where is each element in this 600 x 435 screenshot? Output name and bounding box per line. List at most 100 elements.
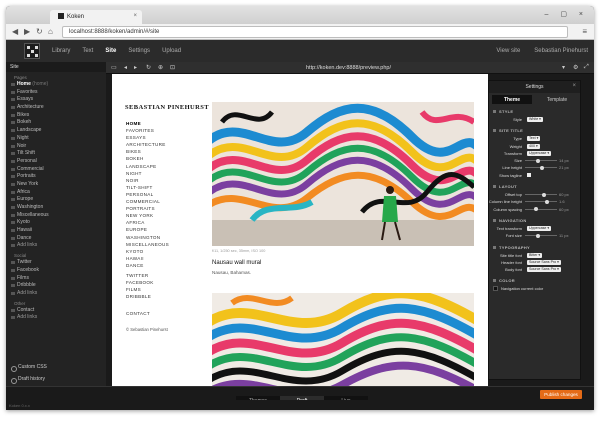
color-swatch[interactable] xyxy=(493,286,498,292)
sidebar-item-noir[interactable]: Noir xyxy=(6,143,106,151)
refresh-icon[interactable]: ↻ xyxy=(146,64,151,71)
nav-text[interactable]: Text xyxy=(82,48,93,54)
setting-slider[interactable] xyxy=(525,192,557,197)
sidebar-item-personal[interactable]: Personal xyxy=(6,158,106,166)
preview-nav-link[interactable]: TILT-SHIFT xyxy=(126,184,169,191)
home-icon[interactable]: ⌂ xyxy=(48,27,53,36)
nav-settings[interactable]: Settings xyxy=(128,48,150,54)
tab-template[interactable]: Template xyxy=(537,95,577,104)
settings-section-layout[interactable]: LAYOUT xyxy=(489,184,580,189)
settings-section-navigation[interactable]: NAVIGATION xyxy=(489,218,580,223)
settings-section-color[interactable]: COLOR xyxy=(489,278,580,283)
koken-logo-icon[interactable] xyxy=(24,43,40,59)
setting-slider[interactable] xyxy=(525,207,557,212)
sidebar-item-africa[interactable]: Africa xyxy=(6,189,106,197)
sidebar-item-miscellaneous[interactable]: Miscellaneous xyxy=(6,212,106,220)
draft-history-button[interactable]: Draft history xyxy=(6,376,106,386)
nav-library[interactable]: Library xyxy=(52,48,70,54)
slider-knob[interactable] xyxy=(534,207,538,212)
preview-nav-link[interactable]: AFRICA xyxy=(126,219,169,226)
slider-knob[interactable] xyxy=(535,158,540,163)
preview-nav-link[interactable]: FAVORITES xyxy=(126,127,169,134)
sidebar-item-new-york[interactable]: New York xyxy=(6,181,106,189)
sidebar-item-bikes[interactable]: Bikes xyxy=(6,112,106,120)
settings-section-typography[interactable]: TYPOGRAPHY xyxy=(489,245,580,250)
preview-site-title[interactable]: SEBASTIAN PINEHURST xyxy=(125,104,209,111)
tab-theme[interactable]: Theme xyxy=(492,95,532,104)
preview-nav-link[interactable]: BIKES xyxy=(126,148,169,155)
fullscreen-icon[interactable]: ⤢ xyxy=(584,64,589,71)
forward-icon[interactable]: ▸ xyxy=(134,64,137,71)
settings-section-site-title[interactable]: SITE TITLE xyxy=(489,128,580,133)
setting-slider[interactable] xyxy=(525,158,557,163)
preview-nav-link[interactable]: NIGHT xyxy=(126,170,169,177)
preview-social-link[interactable]: TWITTER xyxy=(126,272,154,279)
user-name[interactable]: Sebastian Pinehurst xyxy=(534,48,588,54)
settings-gear-icon[interactable]: ⚙ xyxy=(573,64,578,71)
preview-nav-link[interactable]: ESSAYS xyxy=(126,134,169,141)
setting-select[interactable]: Source Sans Pro xyxy=(527,259,561,265)
mural-photo-2[interactable] xyxy=(212,293,474,386)
toggle-sidebar-icon[interactable]: ▭ xyxy=(111,64,117,71)
photo-title[interactable]: Nausau wall mural xyxy=(212,260,261,266)
sidebar-item-hawaii[interactable]: Hawaii xyxy=(6,227,106,235)
sidebar-item-home[interactable]: Home (home) xyxy=(6,81,106,89)
preview-nav-link[interactable]: MISCELLANEOUS xyxy=(126,241,169,248)
view-site-link[interactable]: View site xyxy=(496,48,520,54)
add-links-button[interactable]: Add links xyxy=(6,242,106,250)
sidebar-item-europe[interactable]: Europe xyxy=(6,196,106,204)
window-controls[interactable]: – ▢ × xyxy=(545,10,588,18)
setting-select[interactable]: Text xyxy=(527,136,541,142)
sidebar-item-bokeh[interactable]: Bokeh xyxy=(6,119,106,127)
sidebar-item-dribbble[interactable]: Dribbble xyxy=(6,282,106,290)
setting-checkbox[interactable] xyxy=(527,172,531,177)
sidebar-item-dance[interactable]: Dance xyxy=(6,235,106,243)
setting-select[interactable]: White xyxy=(527,117,543,122)
setting-select[interactable]: Source Sans Pro xyxy=(527,267,561,273)
setting-select[interactable]: 400 xyxy=(527,143,540,149)
preview-nav-link[interactable]: HOME xyxy=(126,120,169,127)
sidebar-item-tilt-shift[interactable]: Tilt Shift xyxy=(6,150,106,158)
preview-nav-link[interactable]: HAWAII xyxy=(126,255,169,262)
slider-knob[interactable] xyxy=(541,192,546,197)
preview-social-link[interactable]: FACEBOOK xyxy=(126,279,154,286)
mural-photo[interactable] xyxy=(212,102,474,246)
slider-knob[interactable] xyxy=(544,199,549,204)
setting-slider[interactable] xyxy=(525,233,557,238)
sidebar-item-films[interactable]: Films xyxy=(6,275,106,283)
preview-nav-link[interactable]: ARCHITECTURE xyxy=(126,141,169,148)
slider-knob[interactable] xyxy=(535,233,540,238)
preview-nav-link[interactable]: NEW YORK xyxy=(126,212,169,219)
sidebar-item-washington[interactable]: Washington xyxy=(6,204,106,212)
forward-icon[interactable]: ▶ xyxy=(24,27,30,36)
preview-nav-link[interactable]: NOIR xyxy=(126,177,169,184)
sidebar-item-landscape[interactable]: Landscape xyxy=(6,127,106,135)
setting-select[interactable]: Uppercase xyxy=(527,225,552,231)
device-icon[interactable]: ⊡ xyxy=(170,64,175,71)
setting-select[interactable]: Uppercase xyxy=(527,150,552,156)
setting-slider[interactable] xyxy=(525,165,557,170)
sidebar-item-kyoto[interactable]: Kyoto xyxy=(6,219,106,227)
nav-site[interactable]: Site xyxy=(105,48,116,54)
close-tab-icon[interactable]: × xyxy=(133,13,137,19)
preview-nav-link[interactable]: BOKEH xyxy=(126,155,169,162)
preview-nav-link[interactable]: KYOTO xyxy=(126,248,169,255)
publish-changes-button[interactable]: Publish changes xyxy=(540,390,582,399)
preview-social-link[interactable]: DRIBBBLE xyxy=(126,293,154,300)
preview-nav-link[interactable]: COMMERCIAL xyxy=(126,198,169,205)
reload-icon[interactable]: ↻ xyxy=(36,27,43,36)
slider-knob[interactable] xyxy=(540,165,544,170)
sidebar-item-favorites[interactable]: Favorites xyxy=(6,89,106,97)
setting-slider[interactable] xyxy=(525,199,557,204)
preview-contact-link[interactable]: CONTACT xyxy=(126,311,150,316)
sidebar-item-commercial[interactable]: Commercial xyxy=(6,166,106,174)
preview-nav-link[interactable]: DANCE xyxy=(126,262,169,269)
preview-nav-link[interactable]: PERSONAL xyxy=(126,191,169,198)
url-input[interactable]: localhost:8888/koken/admin/#/site xyxy=(62,26,568,38)
sidebar-item-architecture[interactable]: Architecture xyxy=(6,104,106,112)
back-icon[interactable]: ◀ xyxy=(12,27,18,36)
preview-nav-link[interactable]: WASHINGTON xyxy=(126,234,169,241)
back-icon[interactable]: ◂ xyxy=(124,64,127,71)
add-links-button[interactable]: Add links xyxy=(6,314,106,322)
zoom-icon[interactable]: ⊕ xyxy=(158,64,163,71)
